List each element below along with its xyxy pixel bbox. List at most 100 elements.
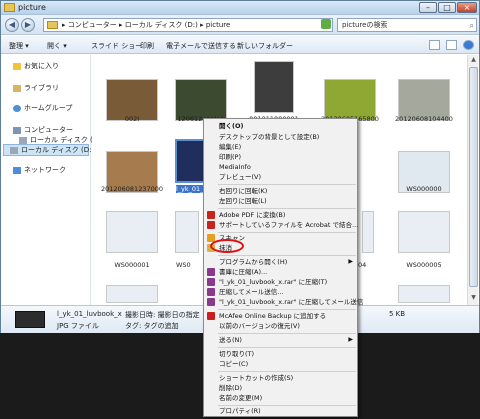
window-title: picture [18,3,46,12]
command-bar: 整理 ▾ 開く ▾ スライド ショー 印刷 電子メールで送信する 新しいフォルダ… [1,36,479,54]
menu-item-preview[interactable]: プレビュー(V) [204,172,357,182]
menu-item-copy[interactable]: コピー(C) [204,359,357,369]
sidebar-item-homegroup[interactable]: ホームグループ [13,103,72,113]
search-icon: ⌕ [469,21,474,30]
winrar-icon [207,268,215,276]
forward-arrow-icon[interactable]: ▶ [21,18,35,32]
thumbnail[interactable] [106,285,158,303]
menu-item-cut[interactable]: 切り取り(T) [204,349,357,359]
submenu-arrow-icon: ▶ [348,336,353,343]
slideshow-button[interactable]: スライド ショー [91,41,142,51]
refresh-icon[interactable] [321,19,331,29]
navigation-pane: お気に入り ライブラリ ホームグループ コンピューター ローカル ディスク (C… [1,55,103,305]
details-filename: l_yk_01_luvbook_x [57,310,122,318]
file-label[interactable]: 201206081237000 [97,185,167,193]
menu-item-rename[interactable]: 名前の変更(M) [204,393,357,403]
minimize-button[interactable]: – [419,2,437,13]
new-folder-button[interactable]: 新しいフォルダー [237,41,293,51]
menu-item-mcafee-backup[interactable]: McAfee Online Backup に追加する [204,311,357,321]
menu-separator [218,347,356,348]
menu-item-rotate-left[interactable]: 左回りに回転(L) [204,196,357,206]
thumbnail[interactable] [254,61,294,113]
back-arrow-icon[interactable]: ◀ [5,18,19,32]
breadcrumb-path: ▸ コンピューター ▸ ローカル ディスク (D:) ▸ picture [62,21,231,29]
menu-item-set-wallpaper[interactable]: デスクトップの背景として設定(B) [204,132,357,142]
menu-item-compress-rar[interactable]: "l_yk_01_luvbook_x.rar" に圧縮(T) [204,277,357,287]
winrar-icon [207,288,215,296]
drive-icon [10,146,18,154]
menu-item-compress-email[interactable]: 圧縮してメール送信... [204,287,357,297]
file-label[interactable]: WS000000 [389,185,459,193]
scroll-up-icon[interactable]: ▲ [469,56,478,65]
details-filetype: JPG ファイル [57,322,99,330]
drive-icon [19,136,27,144]
menu-item-mediainfo[interactable]: MediaInfo [204,162,357,172]
file-label[interactable]: 20120608104400 [389,115,459,123]
view-options-icon[interactable] [429,40,440,50]
pdf-icon [207,211,215,219]
close-button[interactable]: × [457,2,477,13]
menu-item-print[interactable]: 印刷(P) [204,152,357,162]
preview-pane-icon[interactable] [446,40,457,50]
menu-item-archive[interactable]: 書庫に圧縮(A)... [204,267,357,277]
menu-item-send-to[interactable]: 送る(N) ▶ [204,335,357,345]
file-label[interactable]: WS000001 [97,261,167,269]
computer-icon [13,126,21,134]
address-bar-row: ◀ ▶ ▸ コンピューター ▸ ローカル ディスク (D:) ▸ picture… [1,15,479,35]
file-label[interactable]: WS000005 [389,261,459,269]
scrollbar-thumb[interactable] [469,67,478,287]
organize-button[interactable]: 整理 ▾ [9,41,29,51]
winrar-icon [207,298,215,306]
menu-item-properties[interactable]: プロパティ(R) [204,406,357,416]
sidebar-item-favorites[interactable]: お気に入り [13,61,59,71]
highlight-circle [210,239,244,253]
menu-item-compress-rar-email[interactable]: "l_yk_01_luvbook_x.rar" に圧縮してメール送信 [204,297,363,307]
search-placeholder: pictureの検索 [342,21,388,29]
file-thumbnail-icon [15,311,45,328]
menu-separator [218,333,356,334]
menu-item-delete[interactable]: 削除(D) [204,383,357,393]
thumbnail-selected[interactable] [175,139,205,183]
scroll-down-icon[interactable]: ▼ [469,294,478,303]
thumbnail[interactable] [175,211,199,253]
thumbnail[interactable] [398,211,450,253]
print-button[interactable]: 印刷 [140,41,154,51]
sidebar-item-network[interactable]: ネットワーク [13,165,66,175]
menu-item-rotate-right[interactable]: 右回りに回転(K) [204,186,357,196]
maximize-button[interactable]: □ [438,2,456,13]
details-size: 5 KB [389,310,406,318]
menu-item-restore-previous[interactable]: 以前のバージョンの復元(V) [204,321,357,331]
search-input[interactable]: pictureの検索 ⌕ [337,18,477,32]
menu-item-open-with[interactable]: プログラムから開く(H) ▶ [204,257,357,267]
menu-separator [218,184,356,185]
file-label[interactable]: 04 [358,261,378,269]
thumbnail[interactable] [362,211,374,253]
menu-separator [218,208,356,209]
menu-item-convert-pdf[interactable]: Adobe PDF に変換(B) [204,210,357,220]
menu-separator [218,309,356,310]
thumbnail[interactable] [398,285,450,303]
breadcrumb[interactable]: ▸ コンピューター ▸ ローカル ディスク (D:) ▸ picture [43,18,333,32]
menu-separator [218,255,356,256]
sidebar-item-libraries[interactable]: ライブラリ [13,83,59,93]
file-label[interactable]: WS0 [176,261,204,269]
file-label-selected[interactable]: l_yk_01_luv [176,185,206,193]
open-button[interactable]: 開く ▾ [47,41,67,51]
sidebar-item-label: コンピューター [24,126,73,134]
menu-item-edit[interactable]: 編集(E) [204,142,357,152]
folder-icon [4,3,15,12]
details-date[interactable]: 撮影日時: 撮影日の指定 [125,310,200,320]
file-label[interactable]: 002I [97,115,167,123]
menu-item-acrobat-combine[interactable]: サポートしているファイルを Acrobat で結合... [204,220,358,230]
vertical-scrollbar[interactable]: ▲ ▼ [467,55,478,305]
thumbnail[interactable] [106,211,158,253]
folder-icon [47,21,58,29]
sidebar-item-disk-d[interactable]: ローカル ディスク (D:) [3,144,94,156]
acrobat-icon [207,221,215,229]
menu-item-open[interactable]: 開く(O) [204,121,357,131]
help-icon[interactable] [463,40,474,50]
sidebar-item-computer[interactable]: コンピューター [13,125,73,135]
email-button[interactable]: 電子メールで送信する [166,41,236,51]
menu-item-create-shortcut[interactable]: ショートカットの作成(S) [204,373,357,383]
details-tags[interactable]: タグ: タグの追加 [125,321,179,331]
